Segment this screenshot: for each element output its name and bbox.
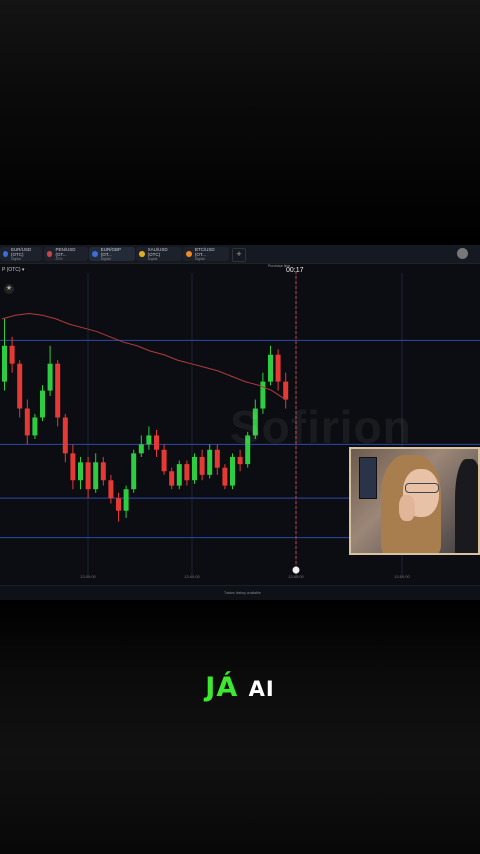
add-tab-button[interactable]: + <box>232 248 246 262</box>
candle-body <box>283 381 289 400</box>
blurred-top-background <box>0 0 480 245</box>
candle-body <box>199 456 205 475</box>
second-person <box>455 459 478 553</box>
asset-tab-name: PEN/USD (OT... <box>55 247 76 257</box>
asset-tab-sub: Digital <box>100 257 111 261</box>
flag-icon <box>139 251 145 257</box>
candle-body <box>70 453 76 481</box>
asset-tab-active[interactable]: EUR/GBP (OT... Digital <box>89 247 135 261</box>
candle-body <box>123 489 129 511</box>
candle-body <box>62 417 68 454</box>
asset-tab[interactable]: PEN/USD (OT... 20% <box>44 247 88 261</box>
candle-body <box>268 354 273 382</box>
candle-body <box>192 456 197 481</box>
candle-body <box>24 408 30 436</box>
candle-body <box>214 449 220 468</box>
asset-tab-name: EUR/GBP (OT... <box>100 247 121 257</box>
candle-body <box>55 363 61 418</box>
candle-body <box>176 464 182 486</box>
candle-body <box>138 444 144 454</box>
candle-body <box>169 471 175 486</box>
flag-icon <box>186 251 192 257</box>
asset-tab-sub: Digital <box>10 257 21 261</box>
candle-body <box>9 345 15 364</box>
moving-average-line <box>1 312 286 400</box>
candle-body <box>108 480 114 499</box>
candle-body <box>116 498 121 511</box>
candle-body <box>184 464 190 481</box>
user-avatar[interactable] <box>457 248 468 259</box>
candle-body <box>40 390 45 418</box>
asset-tab-name: EUR/USD (OTC) <box>10 247 32 257</box>
candle-body <box>47 363 53 391</box>
asset-tab[interactable]: EUR/USD (OTC) Digital <box>0 247 42 261</box>
x-tick-label: 13:40:00 <box>184 574 200 579</box>
x-tick-label: 13:50:00 <box>394 574 410 579</box>
caption-word-highlight: JÁ <box>205 672 239 703</box>
flag-icon <box>3 251 8 257</box>
candle-body <box>237 456 243 465</box>
candle-body <box>275 354 281 382</box>
candle-body <box>154 435 159 450</box>
glasses-icon <box>405 483 439 493</box>
person-hand <box>399 495 415 521</box>
subtitle-caption: JÁ AI <box>0 672 480 703</box>
background-monitor <box>359 457 377 499</box>
flag-icon <box>47 251 53 257</box>
candle-body <box>207 449 213 475</box>
candle-body <box>32 417 38 436</box>
x-tick-label: 13:35:00 <box>80 574 96 579</box>
asset-tab-name: XAU/USD (OTC) <box>147 247 168 257</box>
caption-word: AI <box>248 677 275 701</box>
candle-body <box>146 435 152 445</box>
webcam-overlay <box>349 447 480 555</box>
candle-body <box>161 449 167 472</box>
asset-tab-sub: 20% <box>55 257 63 261</box>
x-tick-label: 13:45:00 <box>288 574 304 579</box>
candle-body <box>222 467 228 486</box>
candle-body <box>100 462 106 481</box>
candle-body <box>93 462 99 490</box>
flag-icon <box>92 251 98 257</box>
asset-tab-bar: EUR/USD (OTC) Digital PEN/USD (OT... 20% E… <box>0 245 480 264</box>
candle-body <box>78 462 83 481</box>
footer-text: Trades history available <box>224 591 261 595</box>
watermark: Sofirion <box>230 401 412 453</box>
candle-body <box>230 456 235 486</box>
asset-tab-sub: Digital <box>147 257 158 261</box>
candle-body <box>131 453 137 490</box>
asset-tab-sub: Digital <box>194 257 205 261</box>
candle-body <box>85 462 91 490</box>
blurred-bottom-background <box>0 600 480 854</box>
asset-tab-name: BTC/USD (OT... <box>194 247 215 257</box>
candle-body <box>2 345 7 382</box>
asset-tab[interactable]: BTC/USD (OT... Digital <box>183 247 229 261</box>
asset-tab[interactable]: XAU/USD (OTC) Digital <box>136 247 182 261</box>
time-marker-icon <box>292 566 300 574</box>
candle-body <box>17 363 23 409</box>
